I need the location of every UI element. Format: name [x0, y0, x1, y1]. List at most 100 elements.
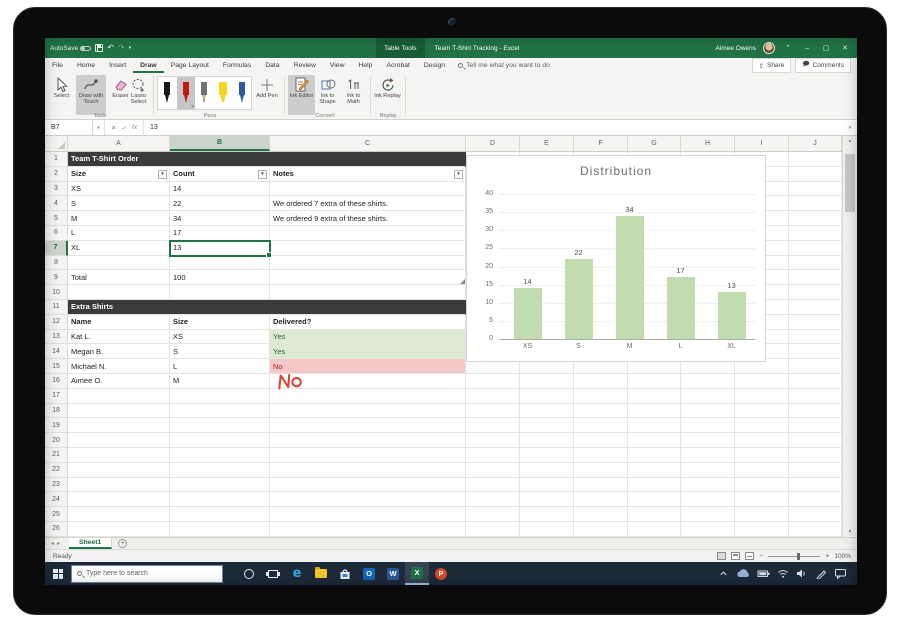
cell-J23[interactable] — [789, 478, 842, 493]
cell-A4[interactable]: S — [68, 196, 170, 211]
tab-design[interactable]: Design — [417, 58, 452, 73]
chart-bar-m[interactable] — [616, 216, 644, 339]
tab-view[interactable]: View — [323, 58, 352, 73]
volume-icon[interactable] — [796, 568, 808, 579]
row-header-24[interactable]: 24 — [45, 492, 68, 507]
cell-C20[interactable] — [270, 433, 466, 448]
cancel-entry-icon[interactable]: ✕ — [111, 124, 116, 132]
column-header-c[interactable]: C — [270, 136, 466, 151]
cell-E18[interactable] — [520, 404, 574, 419]
ink-to-shape-button[interactable]: Ink to Shape — [314, 75, 341, 115]
cell-C6[interactable] — [270, 226, 466, 241]
cell-A5[interactable]: M — [68, 211, 170, 226]
cell-H22[interactable] — [681, 463, 735, 478]
name-box[interactable]: B7 — [45, 120, 93, 135]
cell-H17[interactable] — [681, 389, 735, 404]
ink-to-math-button[interactable]: Ink to Math — [340, 75, 367, 115]
cell-C3[interactable] — [270, 182, 466, 197]
cell-J24[interactable] — [789, 492, 842, 507]
cell-A11[interactable]: Extra Shirts — [68, 300, 466, 315]
close-button[interactable]: ✕ — [839, 44, 851, 52]
row-header-23[interactable]: 23 — [45, 478, 68, 493]
pen-blue[interactable] — [232, 77, 251, 109]
cell-B14[interactable]: S — [170, 344, 270, 359]
tray-chevron-icon[interactable] — [718, 568, 729, 579]
cell-B12[interactable]: Size — [170, 315, 270, 330]
column-header-h[interactable]: H — [681, 136, 735, 151]
cell-H25[interactable] — [681, 507, 735, 522]
cell-C9[interactable] — [270, 270, 466, 285]
cell-J2[interactable] — [789, 167, 842, 182]
cell-B9[interactable]: 100 — [170, 270, 270, 285]
row-header-2[interactable]: 2 — [45, 167, 68, 182]
cell-H21[interactable] — [681, 448, 735, 463]
cell-G21[interactable] — [628, 448, 681, 463]
row-header-16[interactable]: 16 — [45, 374, 68, 389]
cell-H16[interactable] — [681, 374, 735, 389]
vertical-scrollbar[interactable]: ▲ ▼ — [842, 136, 857, 537]
row-header-11[interactable]: 11 — [45, 300, 68, 315]
redo-icon[interactable]: ↷ — [118, 44, 125, 52]
undo-icon[interactable]: ↶ — [107, 44, 114, 52]
cell-J15[interactable] — [789, 359, 842, 374]
cell-A16[interactable]: Aimee O. — [68, 374, 170, 389]
restore-button[interactable]: ▢ — [820, 44, 832, 52]
cell-A22[interactable] — [68, 463, 170, 478]
cell-D20[interactable] — [466, 433, 520, 448]
cell-C21[interactable] — [270, 448, 466, 463]
onedrive-cloud-icon[interactable] — [736, 568, 750, 579]
cell-G17[interactable] — [628, 389, 681, 404]
cell-F22[interactable] — [574, 463, 628, 478]
cell-J25[interactable] — [789, 507, 842, 522]
cell-F24[interactable] — [574, 492, 628, 507]
row-header-6[interactable]: 6 — [45, 226, 68, 241]
cell-C2[interactable]: Notes▾ — [270, 167, 466, 182]
taskbar-search[interactable] — [71, 565, 223, 583]
row-header-15[interactable]: 15 — [45, 359, 68, 374]
cell-J14[interactable] — [789, 344, 842, 359]
cell-F21[interactable] — [574, 448, 628, 463]
cell-I23[interactable] — [735, 478, 789, 493]
cell-C18[interactable] — [270, 404, 466, 419]
cell-E20[interactable] — [520, 433, 574, 448]
filter-dropdown-icon[interactable]: ▾ — [454, 170, 463, 179]
cell-B10[interactable] — [170, 285, 270, 300]
distribution-chart[interactable]: Distribution 051015202530354014XS22S34M1… — [466, 155, 766, 362]
pen-black[interactable] — [158, 77, 177, 109]
cell-I24[interactable] — [735, 492, 789, 507]
cell-J11[interactable] — [789, 300, 842, 315]
cell-A15[interactable]: Michael N. — [68, 359, 170, 374]
cell-A12[interactable]: Name — [68, 315, 170, 330]
cell-I19[interactable] — [735, 418, 789, 433]
excel-button[interactable]: X — [405, 562, 429, 585]
network-icon[interactable] — [777, 568, 789, 579]
cell-C25[interactable] — [270, 507, 466, 522]
select-button[interactable]: Select — [48, 75, 75, 115]
ribbon-options-icon[interactable]: ⌃ — [782, 44, 794, 52]
column-header-i[interactable]: I — [735, 136, 789, 151]
cell-C8[interactable] — [270, 256, 466, 271]
row-header-19[interactable]: 19 — [45, 418, 68, 433]
cell-C13[interactable]: Yes — [270, 330, 466, 345]
name-box-dropdown-icon[interactable]: ▾ — [93, 120, 105, 135]
cell-D18[interactable] — [466, 404, 520, 419]
cell-D23[interactable] — [466, 478, 520, 493]
cell-A17[interactable] — [68, 389, 170, 404]
formula-bar-expand-icon[interactable]: ▾ — [843, 125, 857, 131]
cell-B15[interactable]: L — [170, 359, 270, 374]
filter-dropdown-icon[interactable]: ▾ — [258, 170, 267, 179]
context-tab-table-tools[interactable]: Table Tools — [376, 38, 424, 58]
cell-E19[interactable] — [520, 418, 574, 433]
row-header-7[interactable]: 7 — [45, 241, 68, 256]
cell-A20[interactable] — [68, 433, 170, 448]
cell-I25[interactable] — [735, 507, 789, 522]
ink-replay-button[interactable]: Ink Replay — [374, 75, 401, 115]
row-header-13[interactable]: 13 — [45, 330, 68, 345]
cell-D22[interactable] — [466, 463, 520, 478]
cell-A8[interactable] — [68, 256, 170, 271]
cell-G26[interactable] — [628, 522, 681, 537]
cell-J13[interactable] — [789, 330, 842, 345]
page-layout-view-icon[interactable] — [731, 552, 740, 560]
row-header-20[interactable]: 20 — [45, 433, 68, 448]
cell-C10[interactable] — [270, 285, 466, 300]
